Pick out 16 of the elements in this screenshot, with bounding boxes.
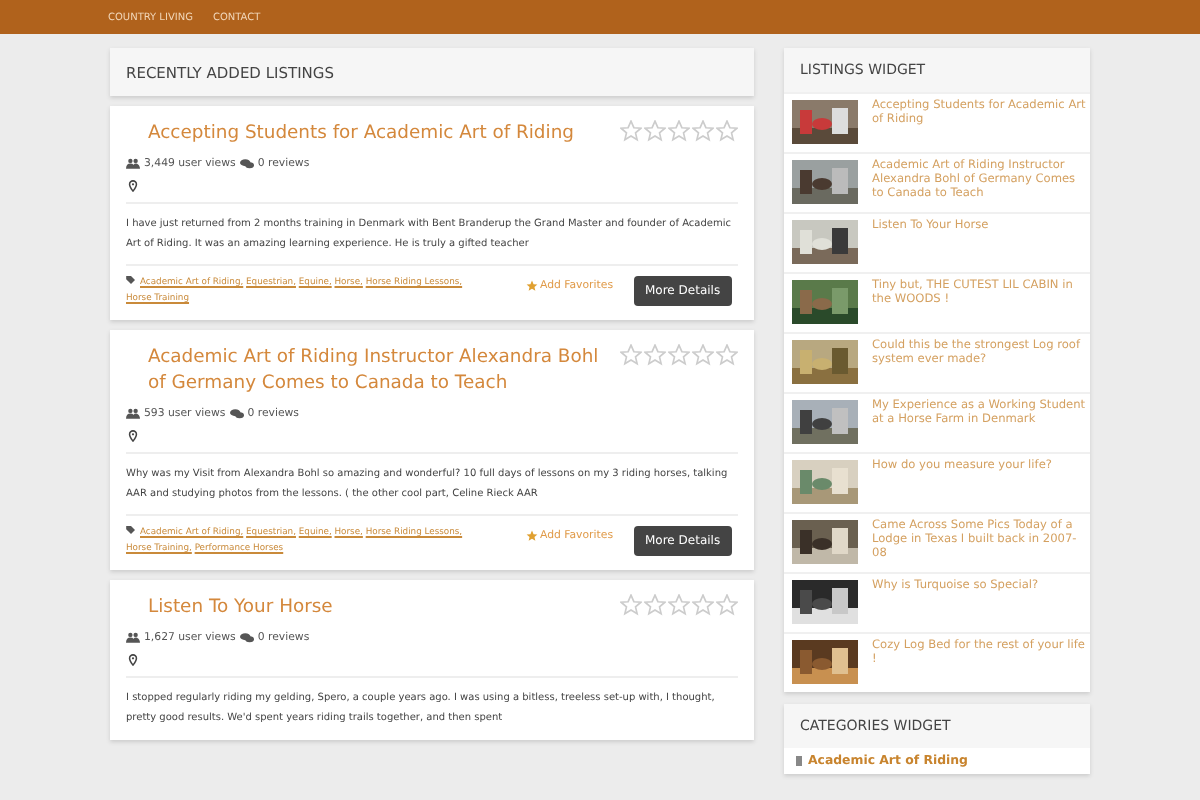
location-pin-icon	[128, 654, 138, 666]
comments-icon	[239, 158, 254, 170]
comments-icon	[239, 632, 254, 644]
users-icon	[126, 158, 140, 170]
tag-icon	[126, 526, 136, 534]
star-icon	[526, 530, 538, 542]
listing-title[interactable]: Accepting Students for Academic Art of Riding	[126, 120, 620, 146]
location-pin-icon	[128, 180, 138, 192]
tag-icon	[126, 276, 136, 284]
users-icon	[126, 632, 140, 644]
star-icon	[526, 280, 538, 292]
users-icon	[126, 408, 140, 420]
comments-icon	[229, 408, 244, 420]
listing-title[interactable]: Academic Art of Riding Instructor Alexandra Bohl of Germany Comes to Canada to Teach	[126, 344, 620, 396]
location-pin-icon	[128, 430, 138, 442]
listing-title[interactable]: Listen To Your Horse	[126, 594, 620, 620]
